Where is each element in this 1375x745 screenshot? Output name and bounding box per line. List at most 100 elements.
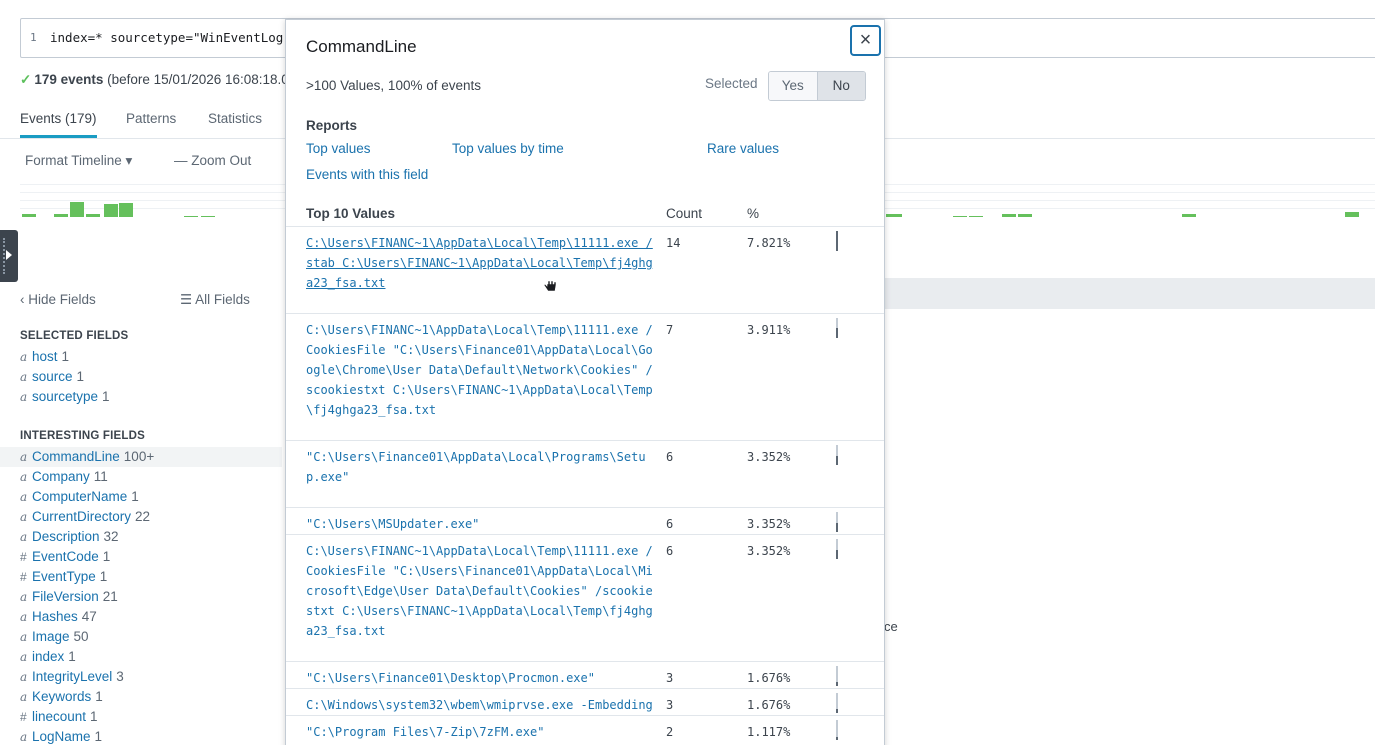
field-name[interactable]: ComputerName <box>32 489 127 504</box>
value-link[interactable]: C:\Windows\system32\wbem\wmiprvse.exe -E… <box>306 695 656 715</box>
field-item[interactable]: a Hashes 47 <box>0 607 282 627</box>
close-button[interactable]: × <box>850 25 881 56</box>
timeline-bar[interactable] <box>86 214 100 217</box>
value-link[interactable]: C:\Users\FINANC~1\AppData\Local\Temp\111… <box>306 320 656 420</box>
events-count: ✓ 179 events (before 15/01/2026 16:08:18.… <box>20 72 289 88</box>
field-name[interactable]: CurrentDirectory <box>32 509 131 524</box>
hide-fields-button[interactable]: ‹ Hide Fields <box>20 292 96 307</box>
field-name[interactable]: Company <box>32 469 90 484</box>
field-name[interactable]: Image <box>32 629 70 644</box>
field-name[interactable]: Keywords <box>32 689 91 704</box>
search-query[interactable]: index=* sourcetype="WinEventLog:Mi <box>50 30 306 45</box>
field-item[interactable]: a ComputerName 1 <box>0 487 282 507</box>
zoom-out-button[interactable]: — Zoom Out <box>174 153 251 168</box>
timeline-bar[interactable] <box>1345 212 1359 217</box>
value-count: 3 <box>666 698 674 712</box>
timeline-bar[interactable] <box>1002 214 1016 217</box>
events-with-field-link[interactable]: Events with this field <box>306 167 428 182</box>
interesting-fields-title: INTERESTING FIELDS <box>20 430 145 442</box>
drawer-toggle-handle[interactable] <box>0 230 18 282</box>
string-type-icon: a <box>20 650 28 664</box>
field-item[interactable]: a host 1 <box>0 347 282 367</box>
field-item[interactable]: a Keywords 1 <box>0 687 282 707</box>
field-item[interactable]: # EventType 1 <box>0 567 282 587</box>
field-count: 32 <box>103 529 119 544</box>
rare-values-link[interactable]: Rare values <box>707 141 779 156</box>
numeric-type-icon: # <box>20 710 27 724</box>
value-link[interactable]: C:\Users\FINANC~1\AppData\Local\Temp\111… <box>306 233 656 293</box>
field-item[interactable]: # linecount 1 <box>0 707 282 727</box>
timeline-bar[interactable] <box>201 216 215 217</box>
tab-statistics[interactable]: Statistics <box>208 111 262 126</box>
field-item[interactable]: a Image 50 <box>0 627 282 647</box>
field-count: 1 <box>76 369 85 384</box>
value-link[interactable]: "C:\Users\Finance01\Desktop\Procmon.exe" <box>306 668 656 688</box>
string-type-icon: a <box>20 590 28 604</box>
field-item[interactable]: a LogName 1 <box>0 727 282 745</box>
timeline-bar[interactable] <box>1182 214 1196 217</box>
value-percent: 1.117% <box>747 725 791 739</box>
field-count: 1 <box>94 729 103 744</box>
field-name[interactable]: index <box>32 649 64 664</box>
field-name[interactable]: IntegrityLevel <box>32 669 112 684</box>
timeline-bar[interactable] <box>184 216 198 217</box>
value-link[interactable]: C:\Users\FINANC~1\AppData\Local\Temp\111… <box>306 541 656 641</box>
timeline-bar[interactable] <box>886 214 902 217</box>
values-summary: >100 Values, 100% of events <box>306 78 481 93</box>
field-count: 1 <box>102 549 111 564</box>
field-item[interactable]: a Company 11 <box>0 467 282 487</box>
top-values-link[interactable]: Top values <box>306 141 371 156</box>
selected-yes-button[interactable]: Yes <box>769 72 817 100</box>
percent-bar <box>836 539 838 559</box>
value-percent: 7.821% <box>747 236 791 250</box>
field-count: 50 <box>73 629 89 644</box>
timeline-bar[interactable] <box>104 204 118 217</box>
timeline-bar[interactable] <box>969 216 983 217</box>
col-header-value: Top 10 Values <box>306 206 396 221</box>
all-fields-button[interactable]: ☰ All Fields <box>180 292 250 308</box>
timeline-bar[interactable] <box>1018 214 1032 217</box>
field-name[interactable]: host <box>32 349 58 364</box>
field-item[interactable]: a IntegrityLevel 3 <box>0 667 282 687</box>
close-icon: × <box>859 29 872 51</box>
selected-no-button[interactable]: No <box>816 72 865 100</box>
value-link[interactable]: "C:\Users\MSUpdater.exe" <box>306 514 656 534</box>
value-link[interactable]: "C:\Program Files\7-Zip\7zFM.exe" <box>306 722 656 742</box>
field-item[interactable]: # EventCode 1 <box>0 547 282 567</box>
percent-bar <box>836 512 838 532</box>
timeline-bar[interactable] <box>70 202 84 217</box>
field-name[interactable]: Hashes <box>32 609 78 624</box>
tab-patterns[interactable]: Patterns <box>126 111 176 126</box>
field-name[interactable]: sourcetype <box>32 389 98 404</box>
table-row: "C:\Program Files\7-Zip\7zFM.exe" 2 1.117% <box>286 715 884 742</box>
field-item[interactable]: a CurrentDirectory 22 <box>0 507 282 527</box>
value-count: 6 <box>666 517 674 531</box>
field-name[interactable]: EventCode <box>32 549 99 564</box>
field-name[interactable]: source <box>32 369 73 384</box>
field-item[interactable]: a sourcetype 1 <box>0 387 282 407</box>
field-name[interactable]: LogName <box>32 729 91 744</box>
timeline-bar[interactable] <box>953 216 967 217</box>
field-item[interactable]: a index 1 <box>0 647 282 667</box>
field-item[interactable]: a CommandLine 100+ <box>0 447 282 467</box>
top-values-by-time-link[interactable]: Top values by time <box>452 141 564 156</box>
field-name[interactable]: EventType <box>32 569 96 584</box>
timeline-bar[interactable] <box>22 214 36 217</box>
field-name[interactable]: Description <box>32 529 100 544</box>
value-count: 14 <box>666 236 681 250</box>
field-name[interactable]: CommandLine <box>32 449 120 464</box>
field-count: 1 <box>90 709 98 724</box>
value-count: 7 <box>666 323 674 337</box>
timeline-bar[interactable] <box>54 214 68 217</box>
field-name[interactable]: FileVersion <box>32 589 99 604</box>
timeline-bar[interactable] <box>119 203 133 217</box>
tab-events[interactable]: Events (179) <box>20 111 97 138</box>
field-name[interactable]: linecount <box>32 709 86 724</box>
field-item[interactable]: a FileVersion 21 <box>0 587 282 607</box>
field-item[interactable]: a source 1 <box>0 367 282 387</box>
format-timeline-button[interactable]: Format Timeline ▾ <box>25 153 132 169</box>
chevron-left-icon: ‹ <box>20 292 29 307</box>
events-header-band <box>884 278 1375 309</box>
field-item[interactable]: a Description 32 <box>0 527 282 547</box>
value-link[interactable]: "C:\Users\Finance01\AppData\Local\Progra… <box>306 447 656 487</box>
